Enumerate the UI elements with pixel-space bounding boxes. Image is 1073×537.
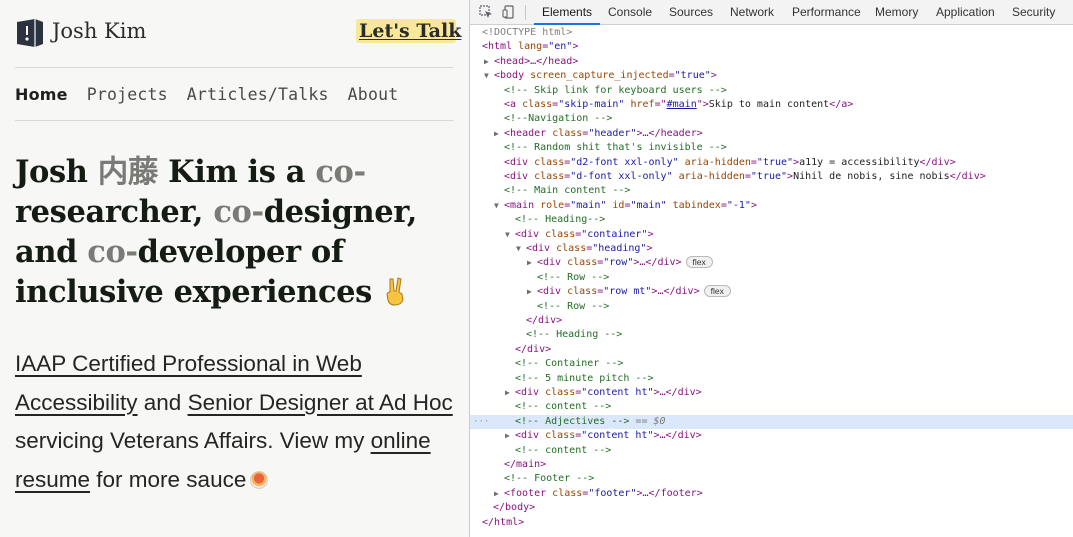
dom-comment[interactable]: <!-- Container -->	[470, 357, 1073, 371]
headline-kanji: 内藤	[97, 154, 159, 190]
header-divider	[15, 67, 454, 68]
toolbar-separator	[525, 5, 526, 20]
collapse-triangle-icon: ▼	[494, 200, 499, 210]
sauce-bowl-icon	[250, 470, 269, 489]
intro-text: servicing Veterans Affairs. View my	[15, 428, 371, 453]
expand-triangle-icon: ▶	[484, 56, 489, 66]
dom-comment[interactable]: <!--Navigation -->	[470, 112, 1073, 126]
logo-icon[interactable]	[15, 18, 45, 48]
dom-node[interactable]: ▶ <div class="content ht">…</div>	[470, 429, 1073, 443]
dom-node[interactable]: <div class="d2-font xxl-only" aria-hidde…	[470, 156, 1073, 170]
tab-security[interactable]: Security	[1012, 0, 1055, 25]
dom-comment[interactable]: <!-- Main content -->	[470, 184, 1073, 198]
dom-node[interactable]: ▼ <main role="main" id="main" tabindex="-…	[470, 199, 1073, 213]
headline-co-prefix: co-	[213, 194, 264, 230]
device-toolbar-icon[interactable]	[502, 5, 516, 19]
dom-node[interactable]: <html lang="en">	[470, 40, 1073, 54]
nav-divider	[15, 120, 454, 121]
more-options-icon: ···	[473, 416, 490, 427]
flex-badge[interactable]: flex	[703, 285, 731, 298]
dom-node[interactable]: </div>	[470, 314, 1073, 328]
dom-comment[interactable]: <!-- 5 minute pitch -->	[470, 372, 1073, 386]
dom-tree: <!DOCTYPE html> <html lang="en"> ▶ <head>…	[470, 26, 1073, 537]
headline-text: inclusive experiences	[15, 274, 372, 310]
expand-triangle-icon: ▶	[494, 488, 499, 498]
dom-comment[interactable]: <!-- Row -->	[470, 300, 1073, 314]
dom-node[interactable]: ▶ <div class="row">…</div> flex	[470, 256, 1073, 270]
dom-comment[interactable]: <!-- Heading-->	[470, 213, 1073, 227]
dom-comment-selected[interactable]: ··· <!-- Adjectives --> == $0	[470, 414, 1073, 430]
nav-item-home[interactable]: Home	[15, 85, 68, 104]
expand-triangle-icon: ▶	[527, 287, 532, 297]
dom-comment[interactable]: <!-- content -->	[470, 400, 1073, 414]
expand-triangle-icon: ▶	[494, 128, 499, 138]
intro-text: and	[137, 389, 188, 415]
expand-triangle-icon: ▶	[505, 431, 510, 441]
tab-network[interactable]: Network	[730, 0, 774, 25]
dom-node[interactable]: </main>	[470, 458, 1073, 472]
dom-node[interactable]: ▶ <div class="row mt">…</div> flex	[470, 285, 1073, 299]
flex-badge[interactable]: flex	[685, 256, 713, 269]
expand-triangle-icon: ▶	[527, 258, 532, 268]
headline-co-prefix: co-	[87, 234, 138, 270]
hero-headline: Josh 内藤 Kim is a co-researcher, co-desig…	[15, 152, 460, 312]
dom-comment[interactable]: <!-- content -->	[470, 444, 1073, 458]
dom-node[interactable]: ▶ <header class="header">…</header>	[470, 127, 1073, 141]
expand-triangle-icon: ▶	[505, 388, 510, 397]
dom-comment[interactable]: <!-- Skip link for keyboard users -->	[470, 84, 1073, 98]
tab-application[interactable]: Application	[936, 0, 995, 25]
victory-hand-icon	[386, 277, 404, 306]
headline-co-prefix: co-	[315, 154, 366, 190]
dom-node[interactable]: </html>	[470, 516, 1073, 530]
tab-console[interactable]: Console	[608, 0, 652, 25]
headline-text: designer,	[263, 194, 418, 230]
dom-comment[interactable]: <!-- Row -->	[470, 271, 1073, 285]
inspect-element-icon[interactable]	[479, 5, 493, 19]
website-viewport: Josh Kim Let's Talk Home Projects Articl…	[0, 0, 469, 537]
dom-node[interactable]: </body>	[470, 501, 1073, 515]
headline-text: researcher,	[15, 194, 214, 230]
dom-node[interactable]: ▶ <footer class="footer">…</footer>	[470, 487, 1073, 501]
href-link[interactable]: #main	[667, 99, 697, 110]
dom-comment[interactable]: <!-- Heading -->	[470, 328, 1073, 342]
collapse-triangle-icon: ▼	[505, 229, 510, 239]
tab-sources[interactable]: Sources	[669, 0, 713, 25]
dom-node[interactable]: </div>	[470, 343, 1073, 357]
intro-text: for more sauce	[90, 466, 247, 492]
devtools-toolbar: Elements Console Sources Network Perform…	[470, 0, 1073, 25]
headline-text: Kim is a	[157, 154, 316, 190]
dom-node[interactable]: ▼ <div class="container">	[470, 228, 1073, 242]
dom-node[interactable]: ▼ <div class="heading">	[470, 242, 1073, 256]
lets-talk-link[interactable]: Let's Talk	[355, 19, 461, 43]
dom-node[interactable]: <div class="d-font xxl-only" aria-hidden…	[470, 170, 1073, 184]
dom-comment[interactable]: <!-- Random shit that's invisible -->	[470, 141, 1073, 155]
nav-item-articles-talks[interactable]: Articles/Talks	[187, 85, 329, 104]
dom-node[interactable]: ▶ <div class="content ht">…</div>	[470, 386, 1073, 400]
headline-text: and	[15, 234, 88, 270]
tab-elements[interactable]: Elements	[534, 0, 601, 25]
dom-comment[interactable]: <!-- Footer -->	[470, 472, 1073, 486]
collapse-triangle-icon: ▼	[516, 244, 521, 253]
nav-item-about[interactable]: About	[348, 85, 399, 104]
collapse-triangle-icon: ▼	[484, 71, 489, 81]
devtools-panel: Elements Console Sources Network Perform…	[470, 0, 1073, 537]
nav-item-projects[interactable]: Projects	[87, 85, 168, 104]
tab-memory[interactable]: Memory	[875, 0, 918, 25]
tab-performance[interactable]: Performance	[792, 0, 861, 25]
dom-node[interactable]: ▼ <body screen_capture_injected="true">	[470, 69, 1073, 83]
dom-node[interactable]: ▶ <head>…</head>	[470, 55, 1073, 69]
headline-text: Josh	[15, 154, 98, 190]
site-name[interactable]: Josh Kim	[52, 19, 146, 43]
dom-node[interactable]: <!DOCTYPE html>	[470, 26, 1073, 40]
main-nav: Home Projects Articles/Talks About	[15, 85, 417, 104]
dom-node[interactable]: <a class="skip-main" href="#main">Skip t…	[470, 98, 1073, 112]
intro-paragraph: IAAP Certified Professional in Web Acces…	[15, 345, 460, 499]
ad-hoc-link[interactable]: Senior Designer at Ad Hoc	[188, 390, 453, 415]
headline-text: developer of	[137, 234, 344, 270]
